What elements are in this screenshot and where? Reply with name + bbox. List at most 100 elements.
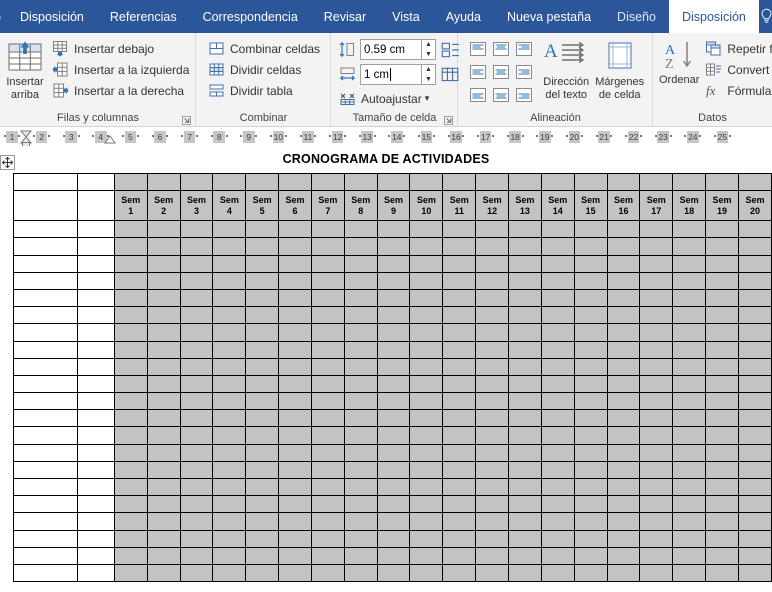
align-bottom-center-button[interactable] bbox=[490, 84, 512, 106]
table-cell-shaded[interactable] bbox=[573, 220, 608, 239]
table-cell-shaded[interactable] bbox=[573, 340, 608, 359]
table-cell-shaded[interactable] bbox=[540, 340, 575, 359]
table-row[interactable] bbox=[12, 288, 772, 308]
table-cell-shaded[interactable] bbox=[705, 357, 739, 376]
table-cell-shaded[interactable] bbox=[540, 512, 575, 531]
table-cell-shaded[interactable] bbox=[606, 546, 641, 565]
table-cell-shaded[interactable] bbox=[409, 546, 444, 565]
table-cell-shaded[interactable] bbox=[672, 172, 707, 192]
table-cell-shaded[interactable] bbox=[540, 546, 575, 565]
insert-above-button[interactable]: Insertar arriba bbox=[6, 38, 44, 101]
table-cell-shaded[interactable] bbox=[475, 477, 509, 497]
table-cell-shaded[interactable] bbox=[376, 477, 411, 497]
table-header-week-19[interactable]: Sem 19 bbox=[705, 190, 739, 222]
table-cell-shaded[interactable] bbox=[343, 529, 378, 548]
table-cell-shaded[interactable] bbox=[573, 426, 608, 445]
table-row[interactable] bbox=[12, 340, 772, 359]
table-cell-shaded[interactable] bbox=[113, 495, 148, 514]
table-cell-shaded[interactable] bbox=[606, 426, 641, 445]
table-cell-shaded[interactable] bbox=[705, 443, 739, 462]
table-cell-shaded[interactable] bbox=[508, 392, 542, 411]
table-cell-shaded[interactable] bbox=[737, 288, 772, 308]
table-cell-shaded[interactable] bbox=[672, 323, 707, 342]
table-cell-shaded[interactable] bbox=[705, 288, 739, 308]
table-cell-shaded[interactable] bbox=[113, 546, 148, 565]
table-header-week-3[interactable]: Sem 3 bbox=[179, 190, 214, 222]
table-cell-blank[interactable] bbox=[77, 323, 115, 342]
table-cell-shaded[interactable] bbox=[179, 220, 214, 239]
table-cell-shaded[interactable] bbox=[606, 172, 641, 192]
table-cell-shaded[interactable] bbox=[639, 460, 674, 480]
table-cell-shaded[interactable] bbox=[179, 306, 214, 325]
table-cell-shaded[interactable] bbox=[705, 529, 739, 548]
table-cell-shaded[interactable] bbox=[146, 546, 181, 565]
table-row[interactable] bbox=[12, 512, 772, 531]
table-cell-shaded[interactable] bbox=[343, 426, 378, 445]
tab-nueva-pestana[interactable]: Nueva pestaña bbox=[494, 0, 604, 33]
table-cell-shaded[interactable] bbox=[737, 340, 772, 359]
table-cell-shaded[interactable] bbox=[737, 323, 772, 342]
table-cell-shaded[interactable] bbox=[343, 374, 378, 394]
table-cell-shaded[interactable] bbox=[179, 271, 214, 290]
autofit-dropdown-arrow[interactable]: ▾ bbox=[425, 93, 430, 104]
table-cell-shaded[interactable] bbox=[278, 392, 312, 411]
table-cell-shaded[interactable] bbox=[212, 237, 247, 256]
table-cell-shaded[interactable] bbox=[573, 460, 608, 480]
horizontal-ruler[interactable]: 1 2 3 4 5 6 7 8 9 10 11 12 13 14 15 16 17 18 19 20 21 22 23 24 2… bbox=[0, 128, 772, 146]
table-cell-shaded[interactable] bbox=[573, 172, 608, 192]
table-cell-shaded[interactable] bbox=[113, 426, 148, 445]
table-cell-shaded[interactable] bbox=[212, 254, 247, 273]
table-cell-blank[interactable] bbox=[12, 563, 79, 583]
table-cell-shaded[interactable] bbox=[573, 357, 608, 376]
table-cell-shaded[interactable] bbox=[409, 340, 444, 359]
table-cell-shaded[interactable] bbox=[310, 409, 345, 428]
table-cell-shaded[interactable] bbox=[179, 392, 214, 411]
table-cell-shaded[interactable] bbox=[475, 340, 509, 359]
align-top-left-button[interactable] bbox=[467, 38, 489, 60]
table-cell-shaded[interactable] bbox=[442, 306, 477, 325]
table-cell-shaded[interactable] bbox=[737, 220, 772, 239]
table-cell-shaded[interactable] bbox=[310, 306, 345, 325]
table-cell-shaded[interactable] bbox=[737, 546, 772, 565]
table-header-row[interactable]: Sem 1 Sem 2 Sem 3 Sem 4 Sem 5 Sem 6 Sem 7 Sem 8 Sem 9 Sem 1… bbox=[12, 190, 772, 222]
table-cell-shaded[interactable] bbox=[409, 237, 444, 256]
table-cell-shaded[interactable] bbox=[179, 495, 214, 514]
distribute-columns-icon[interactable] bbox=[440, 65, 460, 85]
table-cell-shaded[interactable] bbox=[409, 392, 444, 411]
table-cell-shaded[interactable] bbox=[212, 288, 247, 308]
table-cell-shaded[interactable] bbox=[179, 477, 214, 497]
table-cell-shaded[interactable] bbox=[409, 460, 444, 480]
table-cell-shaded[interactable] bbox=[737, 443, 772, 462]
table-cell-shaded[interactable] bbox=[672, 495, 707, 514]
table-cell-shaded[interactable] bbox=[343, 254, 378, 273]
table-cell-shaded[interactable] bbox=[212, 460, 247, 480]
table-cell-shaded[interactable] bbox=[639, 426, 674, 445]
table-cell-shaded[interactable] bbox=[113, 460, 148, 480]
table-cell-shaded[interactable] bbox=[475, 426, 509, 445]
table-cell-shaded[interactable] bbox=[376, 563, 411, 583]
table-cell-shaded[interactable] bbox=[146, 392, 181, 411]
table-cell-shaded[interactable] bbox=[409, 563, 444, 583]
table-cell-shaded[interactable] bbox=[343, 546, 378, 565]
table-cell-shaded[interactable] bbox=[508, 323, 542, 342]
table-cell-shaded[interactable] bbox=[146, 340, 181, 359]
table-cell-shaded[interactable] bbox=[639, 323, 674, 342]
table-cell-shaded[interactable] bbox=[442, 460, 477, 480]
table-header-week-13[interactable]: Sem 13 bbox=[508, 190, 542, 222]
table-cell-shaded[interactable] bbox=[146, 271, 181, 290]
table-cell-shaded[interactable] bbox=[508, 546, 542, 565]
table-cell-shaded[interactable] bbox=[113, 409, 148, 428]
table-cell-blank[interactable] bbox=[12, 306, 79, 325]
table-cell-shaded[interactable] bbox=[639, 443, 674, 462]
table-cell-shaded[interactable] bbox=[409, 306, 444, 325]
table-cell-shaded[interactable] bbox=[508, 306, 542, 325]
table-cell-shaded[interactable] bbox=[245, 172, 280, 192]
table-cell-shaded[interactable] bbox=[705, 323, 739, 342]
table-cell-shaded[interactable] bbox=[540, 237, 575, 256]
table-cell-shaded[interactable] bbox=[672, 563, 707, 583]
table-cell-shaded[interactable] bbox=[113, 529, 148, 548]
table-cell-shaded[interactable] bbox=[573, 512, 608, 531]
table-cell-shaded[interactable] bbox=[245, 460, 280, 480]
table-header-week-15[interactable]: Sem 15 bbox=[573, 190, 608, 222]
table-cell-shaded[interactable] bbox=[278, 254, 312, 273]
